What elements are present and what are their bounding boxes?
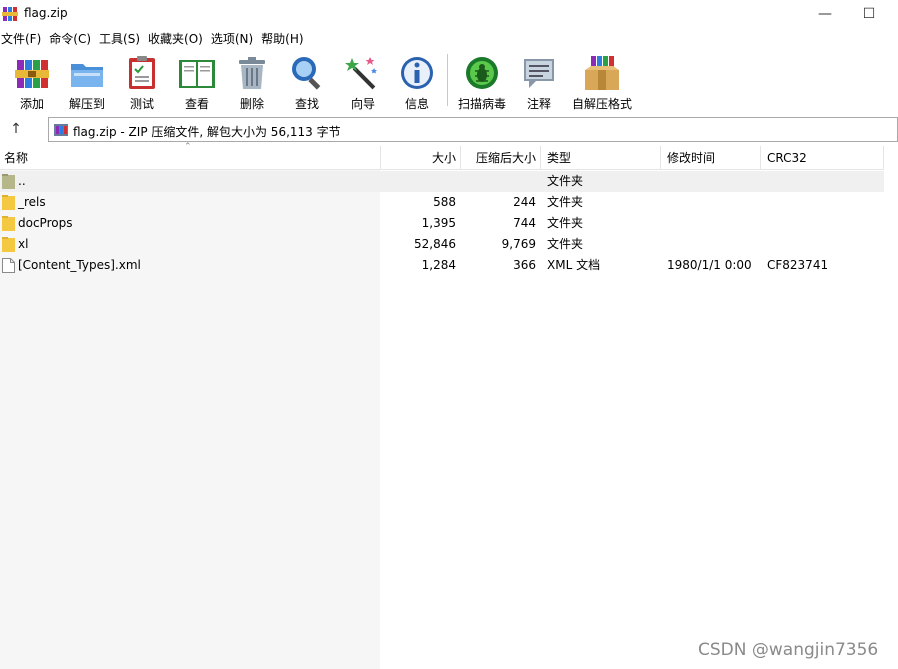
- address-bar: ↑ flag.zip - ZIP 压缩文件, 解包大小为 56,113 字节: [0, 115, 898, 143]
- test-label: 测试: [129, 97, 154, 111]
- virus-scan-button[interactable]: 扫描病毒: [457, 50, 507, 114]
- comment-icon: [524, 59, 554, 88]
- comment-label: 注释: [526, 97, 551, 111]
- clipboard-test-icon: [129, 56, 155, 89]
- menu-bar: 文件(F) 命令(C) 工具(S) 收藏夹(O) 选项(N) 帮助(H): [0, 29, 898, 49]
- table-row[interactable]: xl 52,846 9,769 文件夹: [0, 234, 884, 255]
- wizard-button[interactable]: 向导: [343, 50, 383, 114]
- maximize-button[interactable]: ☐: [846, 0, 892, 28]
- file-type: XML 文档: [547, 258, 601, 272]
- info-label: 信息: [404, 97, 429, 111]
- file-packed-size: 366: [513, 258, 536, 272]
- file-name: xl: [18, 237, 29, 251]
- extract-to-button[interactable]: 解压到: [65, 50, 109, 114]
- delete-button[interactable]: 删除: [232, 50, 272, 114]
- document-icon: [2, 258, 15, 273]
- add-label: 添加: [19, 97, 44, 111]
- find-label: 查找: [294, 97, 319, 111]
- header-divider[interactable]: [660, 146, 661, 170]
- path-text: flag.zip - ZIP 压缩文件, 解包大小为 56,113 字节: [73, 125, 341, 139]
- sfx-box-icon: [585, 56, 619, 90]
- header-divider[interactable]: [540, 146, 541, 170]
- add-button[interactable]: 添加: [12, 50, 52, 114]
- file-size: 1,284: [421, 258, 456, 272]
- menu-options[interactable]: 选项(N): [210, 29, 260, 49]
- col-size-header[interactable]: 大小: [381, 146, 460, 170]
- magic-wand-icon: [345, 57, 377, 90]
- window-title: flag.zip: [24, 6, 68, 20]
- minimize-button[interactable]: —: [802, 0, 848, 28]
- comment-button[interactable]: 注释: [520, 50, 558, 114]
- minimize-icon: —: [818, 6, 832, 22]
- parent-folder-icon: [2, 174, 15, 189]
- title-bar: flag.zip — ☐: [0, 0, 898, 28]
- file-size: 588: [433, 195, 456, 209]
- virus-scan-label: 扫描病毒: [457, 97, 506, 111]
- table-row[interactable]: [Content_Types].xml 1,284 366 XML 文档 198…: [0, 255, 884, 276]
- magnifier-icon: [292, 57, 321, 90]
- archive-icon: [54, 124, 68, 136]
- file-size: 52,846: [414, 237, 456, 251]
- col-type-header[interactable]: 类型: [543, 146, 660, 170]
- file-packed-size: 744: [513, 216, 536, 230]
- view-button[interactable]: 查看: [175, 50, 219, 114]
- col-crc-header[interactable]: CRC32: [763, 146, 883, 170]
- sfx-label: 自解压格式: [571, 97, 632, 111]
- table-row[interactable]: docProps 1,395 744 文件夹: [0, 213, 884, 234]
- book-view-icon: [179, 60, 215, 88]
- info-button[interactable]: 信息: [398, 50, 436, 114]
- trash-can-icon: [239, 57, 265, 89]
- find-button[interactable]: 查找: [287, 50, 327, 114]
- list-header: 名称 ⌃ 大小 压缩后大小 类型 修改时间 CRC32: [0, 142, 884, 170]
- winrar-app-icon[interactable]: [2, 6, 18, 22]
- extract-to-label: 解压到: [68, 97, 105, 111]
- toolbar-separator: [447, 54, 448, 106]
- header-divider[interactable]: [883, 146, 884, 170]
- file-packed-size: 244: [513, 195, 536, 209]
- file-packed-size: 9,769: [501, 237, 536, 251]
- file-name: ..: [18, 174, 26, 188]
- table-row[interactable]: .. 文件夹: [0, 171, 884, 192]
- menu-file[interactable]: 文件(F): [0, 29, 48, 49]
- menu-tools[interactable]: 工具(S): [98, 29, 147, 49]
- file-size: 1,395: [421, 216, 456, 230]
- file-type: 文件夹: [547, 195, 584, 209]
- folder-icon: [2, 195, 15, 210]
- sort-ascending-icon: ⌃: [184, 142, 192, 152]
- test-button[interactable]: 测试: [123, 50, 161, 114]
- up-level-button[interactable]: ↑: [5, 118, 27, 140]
- file-type: 文件夹: [547, 237, 584, 251]
- header-divider[interactable]: [760, 146, 761, 170]
- folder-icon: [2, 237, 15, 252]
- view-label: 查看: [184, 97, 209, 111]
- menu-commands[interactable]: 命令(C): [48, 29, 98, 49]
- folder-icon: [2, 216, 15, 231]
- file-name: docProps: [18, 216, 73, 230]
- file-name: _rels: [18, 195, 46, 209]
- col-packed-header[interactable]: 压缩后大小: [461, 146, 540, 170]
- file-modified: 1980/1/1 0:00: [667, 258, 752, 272]
- sfx-button[interactable]: 自解压格式: [571, 50, 633, 114]
- table-row[interactable]: _rels 588 244 文件夹: [0, 192, 884, 213]
- col-modified-header[interactable]: 修改时间: [663, 146, 760, 170]
- folder-extract-icon: [71, 64, 103, 87]
- maximize-icon: ☐: [862, 6, 876, 22]
- bug-scan-icon: [466, 57, 498, 89]
- file-list: 名称 ⌃ 大小 压缩后大小 类型 修改时间 CRC32 .. 文件夹 _rels…: [0, 142, 898, 669]
- up-arrow-icon: ↑: [10, 121, 22, 137]
- file-type: 文件夹: [547, 216, 584, 230]
- menu-favorites[interactable]: 收藏夹(O): [147, 29, 210, 49]
- file-name: [Content_Types].xml: [18, 258, 141, 272]
- books-add-icon: [15, 60, 49, 88]
- file-crc: CF823741: [767, 258, 829, 272]
- menu-help[interactable]: 帮助(H): [260, 29, 310, 49]
- watermark-text: CSDN @wangjin7356: [698, 640, 879, 660]
- toolbar: 添加 解压到 测试 查看 删除 查找 向导 信息 扫描病毒 注释 自解压格式: [0, 50, 898, 114]
- delete-label: 删除: [239, 97, 264, 111]
- file-type: 文件夹: [547, 174, 584, 188]
- wizard-label: 向导: [350, 97, 375, 111]
- path-field[interactable]: flag.zip - ZIP 压缩文件, 解包大小为 56,113 字节: [48, 117, 898, 142]
- info-icon: [401, 57, 433, 89]
